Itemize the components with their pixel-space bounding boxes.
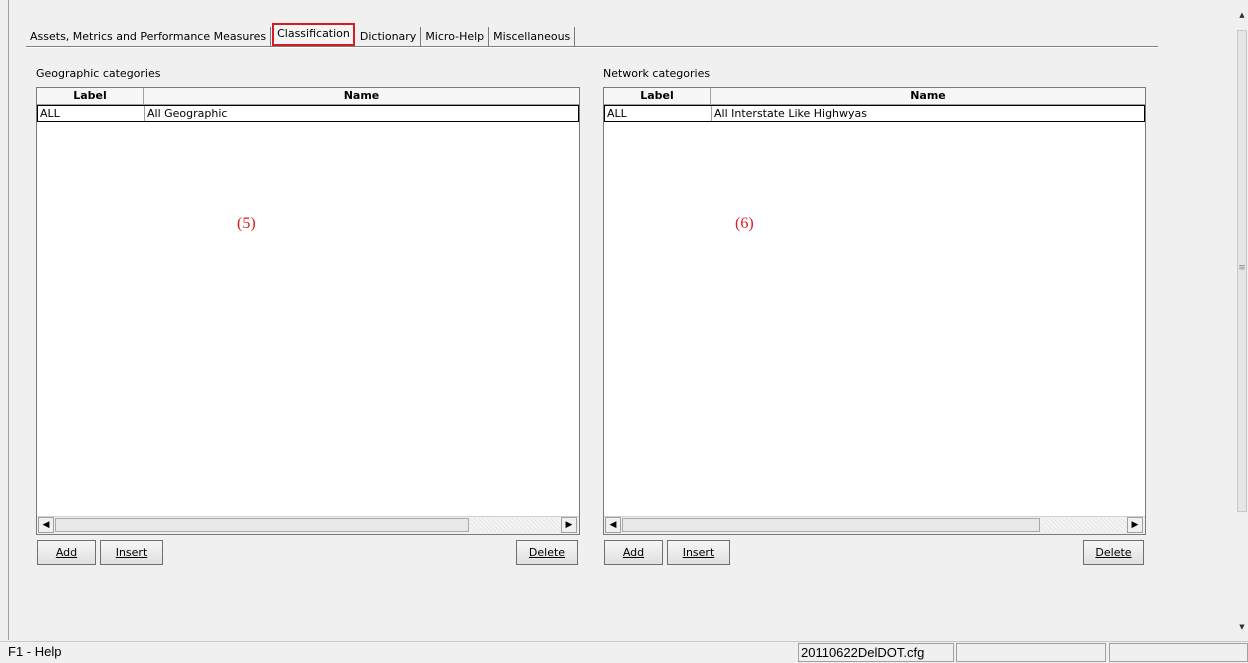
- geographic-categories-label: Geographic categories: [36, 67, 161, 80]
- geographic-delete-button[interactable]: Delete: [516, 540, 578, 565]
- status-panel-2: [956, 643, 1106, 662]
- network-delete-button[interactable]: Delete: [1083, 540, 1144, 565]
- column-header-label[interactable]: Label: [37, 88, 144, 104]
- scroll-thumb[interactable]: [55, 518, 469, 532]
- annotation-marker-6: (6): [735, 215, 754, 232]
- scroll-left-icon[interactable]: ◀: [38, 517, 54, 533]
- cell-name[interactable]: All Geographic: [145, 106, 227, 121]
- delete-label: Delete: [1095, 546, 1132, 559]
- scroll-thumb[interactable]: [622, 518, 1040, 532]
- tab-underline-highlight: [26, 47, 1158, 48]
- status-panel-3: [1109, 643, 1248, 662]
- column-header-name[interactable]: Name: [711, 88, 1145, 104]
- status-help-text: F1 - Help: [8, 644, 62, 659]
- insert-label: Insert: [115, 546, 148, 559]
- tab-assets-metrics[interactable]: Assets, Metrics and Performance Measures: [26, 27, 272, 46]
- annotation-marker-5: (5): [237, 215, 256, 232]
- tab-classification[interactable]: Classification: [272, 23, 355, 46]
- scroll-track[interactable]: [470, 518, 560, 532]
- grip-icon: ≡: [1238, 263, 1246, 273]
- scroll-down-icon[interactable]: ▼: [1236, 620, 1248, 634]
- table-row[interactable]: ALL All Interstate Like Highwyas: [604, 105, 1145, 122]
- scroll-up-icon[interactable]: ▲: [1236, 8, 1248, 22]
- network-insert-button[interactable]: Insert: [667, 540, 730, 565]
- grid-header: Label Name: [604, 88, 1145, 105]
- network-categories-label: Network categories: [603, 67, 711, 80]
- table-row[interactable]: ALL All Geographic: [37, 105, 579, 122]
- scroll-track[interactable]: [1041, 518, 1127, 532]
- horizontal-scrollbar[interactable]: ◀ ▶: [37, 516, 579, 534]
- tab-micro-help[interactable]: Micro-Help: [421, 27, 490, 46]
- column-header-name[interactable]: Name: [144, 88, 579, 104]
- window-frame-edge: [8, 0, 9, 640]
- tab-dictionary[interactable]: Dictionary: [356, 27, 422, 46]
- column-header-label[interactable]: Label: [604, 88, 711, 104]
- geographic-grid[interactable]: Label Name ALL All Geographic ◀ ▶: [36, 87, 580, 535]
- horizontal-scrollbar[interactable]: ◀ ▶: [604, 516, 1145, 534]
- grid-header: Label Name: [37, 88, 579, 105]
- network-grid[interactable]: Label Name ALL All Interstate Like Highw…: [603, 87, 1146, 535]
- cell-label[interactable]: ALL: [605, 106, 712, 121]
- vertical-scrollbar[interactable]: ▲ ≡ ▼: [1236, 0, 1248, 640]
- cell-label[interactable]: ALL: [38, 106, 145, 121]
- cell-name[interactable]: All Interstate Like Highwyas: [712, 106, 867, 121]
- add-label: Add: [55, 546, 78, 559]
- scroll-right-icon[interactable]: ▶: [1127, 517, 1143, 533]
- geographic-insert-button[interactable]: Insert: [100, 540, 163, 565]
- status-file-panel: 20110622DelDOT.cfg: [798, 643, 954, 662]
- insert-label: Insert: [682, 546, 715, 559]
- tab-miscellaneous[interactable]: Miscellaneous: [489, 27, 576, 46]
- delete-label: Delete: [528, 546, 566, 559]
- geographic-add-button[interactable]: Add: [37, 540, 96, 565]
- tab-strip: Assets, Metrics and Performance Measures…: [26, 23, 576, 46]
- scroll-right-icon[interactable]: ▶: [561, 517, 577, 533]
- scroll-left-icon[interactable]: ◀: [605, 517, 621, 533]
- network-add-button[interactable]: Add: [604, 540, 663, 565]
- add-label: Add: [622, 546, 645, 559]
